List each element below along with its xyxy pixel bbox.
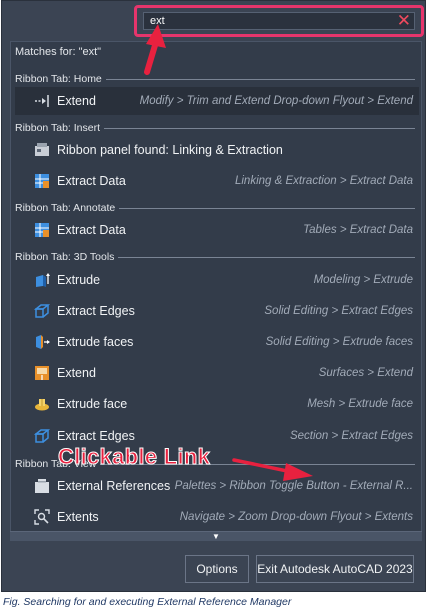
result-path: Solid Editing > Extrude faces <box>265 336 413 348</box>
result-label: Extrude faces <box>57 335 134 349</box>
section-heading-3d-tools: Ribbon Tab: 3D Tools <box>15 250 415 264</box>
result-item-extrude[interactable]: Extrude Modeling > Extrude <box>15 266 419 294</box>
result-label: Extend <box>57 366 96 380</box>
result-label: Extents <box>57 510 99 524</box>
ribbon-panel-icon <box>33 141 51 159</box>
result-item-extend-home[interactable]: Extend Modify > Trim and Extend Drop-dow… <box>15 87 419 115</box>
scroll-down-icon[interactable]: ▼ <box>212 532 220 542</box>
section-heading-insert: Ribbon Tab: Insert <box>15 121 415 135</box>
section-divider <box>118 256 415 258</box>
xref-icon <box>33 477 51 495</box>
result-path: Palettes > Ribbon Toggle Button - Extern… <box>174 480 413 492</box>
result-label: Extract Data <box>57 223 126 237</box>
result-path: Tables > Extract Data <box>303 224 413 236</box>
section-heading-annotate: Ribbon Tab: Annotate <box>15 201 415 215</box>
search-input[interactable] <box>144 13 384 29</box>
result-path: Mesh > Extrude face <box>307 398 413 410</box>
result-item-external-references[interactable]: External References Palettes > Ribbon To… <box>15 472 419 500</box>
extend-icon <box>33 92 51 110</box>
result-path: Linking & Extraction > Extract Data <box>234 175 413 187</box>
result-item-extract-data-insert[interactable]: Extract Data Linking & Extraction > Extr… <box>15 167 419 195</box>
result-item-extract-edges-solid[interactable]: Extract Edges Solid Editing > Extract Ed… <box>15 297 419 325</box>
result-label: Extend <box>57 94 96 108</box>
figure-caption: Fig. Searching for and executing Externa… <box>3 596 292 608</box>
result-path: Solid Editing > Extract Edges <box>264 305 413 317</box>
mesh-extrude-icon <box>33 395 51 413</box>
exit-autocad-button[interactable]: Exit Autodesk AutoCAD 2023 <box>256 555 414 583</box>
result-label: External References <box>57 479 171 493</box>
result-label: Extrude face <box>57 397 128 411</box>
close-icon[interactable]: ✕ <box>397 11 411 31</box>
zoom-extents-icon <box>33 508 51 526</box>
result-item-extrude-faces[interactable]: Extrude faces Solid Editing > Extrude fa… <box>15 328 419 356</box>
result-path: Modify > Trim and Extend Drop-down Flyou… <box>139 95 413 107</box>
section-heading-label: Ribbon Tab: Home <box>15 73 102 85</box>
section-divider <box>119 207 415 209</box>
section-heading-label: Ribbon Tab: Annotate <box>15 202 116 214</box>
result-label: Extrude <box>57 273 101 287</box>
matches-label: Matches for: "ext" <box>15 46 102 58</box>
section-heading-home: Ribbon Tab: Home <box>15 72 415 86</box>
result-label: Ribbon panel found: Linking & Extraction <box>57 143 283 157</box>
extrude-icon <box>33 271 51 289</box>
result-path: Surfaces > Extend <box>318 367 413 379</box>
result-item-ribbon-panel-linking[interactable]: Ribbon panel found: Linking & Extraction <box>15 136 419 164</box>
section-divider <box>105 78 415 80</box>
search-box: ✕ <box>143 11 415 31</box>
result-label: Extract Edges <box>57 429 135 443</box>
options-button[interactable]: Options <box>185 555 249 583</box>
results-scrollbar[interactable]: ▼ <box>10 531 422 541</box>
result-path: Navigate > Zoom Drop-down Flyout > Exten… <box>179 511 413 523</box>
extract-data-icon <box>33 172 51 190</box>
result-path: Modeling > Extrude <box>313 274 413 286</box>
extract-data-icon <box>33 221 51 239</box>
section-heading-label: Ribbon Tab: 3D Tools <box>15 251 115 263</box>
result-item-extrude-face-mesh[interactable]: Extrude face Mesh > Extrude face <box>15 390 419 418</box>
result-item-extend-surfaces[interactable]: Extend Surfaces > Extend <box>15 359 419 387</box>
result-label: Extract Edges <box>57 304 135 318</box>
surface-extend-icon <box>33 364 51 382</box>
extrude-faces-icon <box>33 333 51 351</box>
extract-edges-icon <box>33 302 51 320</box>
application-menu-panel: ✕ Matches for: "ext" Ribbon Tab: Home Ex… <box>1 0 426 592</box>
result-item-extract-data-annotate[interactable]: Extract Data Tables > Extract Data <box>15 216 419 244</box>
extract-edges-icon <box>33 427 51 445</box>
annotation-clickable-link: Clickable Link <box>57 444 211 470</box>
section-divider <box>104 127 415 129</box>
result-item-extents[interactable]: Extents Navigate > Zoom Drop-down Flyout… <box>15 503 419 531</box>
result-path: Section > Extract Edges <box>289 430 413 442</box>
result-label: Extract Data <box>57 174 126 188</box>
search-highlight-frame: ✕ <box>134 5 424 37</box>
section-heading-label: Ribbon Tab: Insert <box>15 122 101 134</box>
